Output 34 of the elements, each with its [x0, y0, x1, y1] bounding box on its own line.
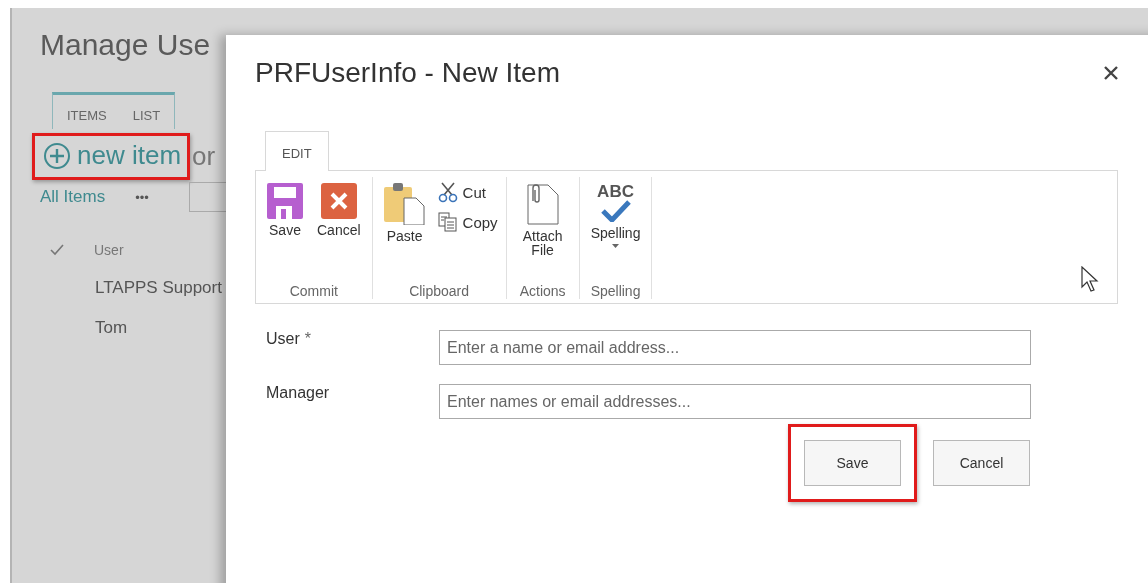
field-label: User * — [266, 330, 312, 348]
or-text: or — [192, 141, 216, 172]
input-field[interactable]: Enter a name or email address... — [439, 330, 1031, 365]
ribbon-tab[interactable]: LIST — [132, 108, 161, 123]
ribbon-tab[interactable]: ITEMS — [67, 108, 107, 123]
plus-circle-icon — [43, 141, 71, 170]
checkmark-icon — [50, 244, 64, 256]
paste-button[interactable]: Paste — [378, 177, 431, 249]
save-button[interactable]: Save — [262, 177, 308, 243]
ribbon-tab[interactable]: EDIT — [265, 131, 329, 171]
ribbon-group-label: Commit — [289, 283, 338, 299]
ribbon-group-label: Clipboard — [409, 283, 470, 299]
form-button[interactable]: Save — [804, 440, 901, 486]
ribbon-group-label: Spelling — [590, 283, 641, 299]
clipboard-icon — [383, 183, 426, 225]
dropdown-caret-icon — [612, 244, 620, 248]
attach-button[interactable]: Attach File — [512, 177, 573, 263]
more-options[interactable]: ••• — [135, 189, 149, 205]
copy-button[interactable]: Copy — [434, 209, 500, 235]
dialog-title: PRFUserInfo - New Item — [255, 57, 560, 89]
paperclip-document-icon — [524, 183, 561, 225]
close-icon[interactable] — [1103, 65, 1119, 81]
form-button[interactable]: Cancel — [933, 440, 1030, 486]
scissors-icon — [436, 181, 459, 203]
mouse-pointer-icon — [1081, 266, 1099, 292]
cancel-button[interactable]: Cancel — [312, 177, 366, 243]
x-square-icon — [320, 183, 357, 219]
spelling-button[interactable]: ABC Spelling — [585, 177, 646, 254]
page-title: Manage Use — [40, 28, 212, 62]
ribbon-group-label: Actions — [519, 283, 566, 299]
field-label: Manager — [266, 384, 331, 402]
input-field[interactable]: Enter names or email addresses... — [439, 384, 1031, 419]
copy-icon — [436, 211, 459, 233]
cut-button[interactable]: Cut — [434, 179, 500, 205]
